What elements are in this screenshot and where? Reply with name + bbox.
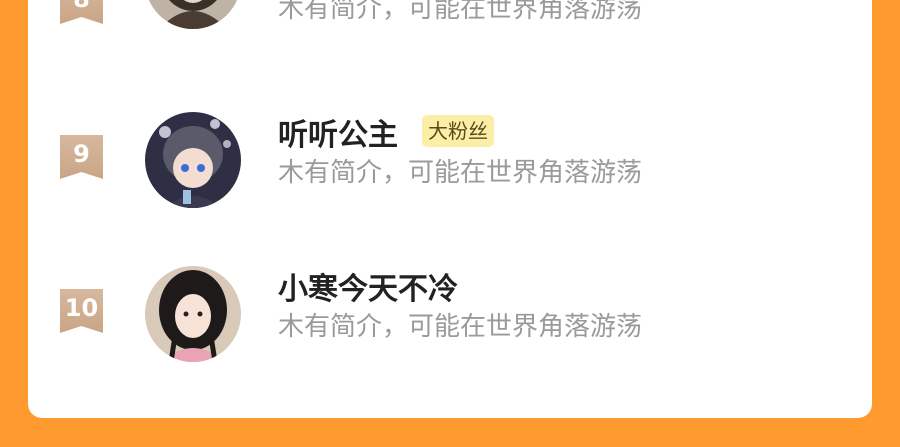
fan-level-badge: 大粉丝 (422, 115, 494, 147)
page-footer-background (0, 430, 900, 447)
user-bio: 木有简介，可能在世界角落游荡 (278, 312, 643, 342)
avatar-girl-photo-icon[interactable] (145, 266, 241, 362)
ranking-row-8[interactable]: 8 木有简介，可能在世界角落游荡 (28, 0, 872, 50)
ranking-row-9[interactable]: 9 听听公主 大粉丝 木有简介，可能在世界角落游荡 (28, 110, 872, 210)
avatar-anime-boy-icon[interactable] (145, 112, 241, 208)
rank-badge: 8 (60, 0, 103, 24)
ranking-row-10[interactable]: 10 小寒今天不冷 木有简介，可能在世界角落游荡 (28, 264, 872, 364)
rank-number: 10 (64, 294, 99, 322)
rank-number: 8 (73, 0, 90, 13)
user-bio: 木有简介，可能在世界角落游荡 (278, 158, 643, 188)
user-name[interactable]: 听听公主 (278, 110, 398, 154)
rank-badge: 9 (60, 135, 103, 179)
user-name[interactable]: 小寒今天不冷 (278, 264, 458, 308)
rank-number: 9 (73, 140, 90, 168)
avatar-dark-hair-icon[interactable] (145, 0, 241, 29)
rank-badge: 10 (60, 289, 103, 333)
fan-ranking-card: 8 木有简介，可能在世界角落游荡 9 (28, 0, 872, 418)
user-bio: 木有简介，可能在世界角落游荡 (278, 0, 643, 24)
